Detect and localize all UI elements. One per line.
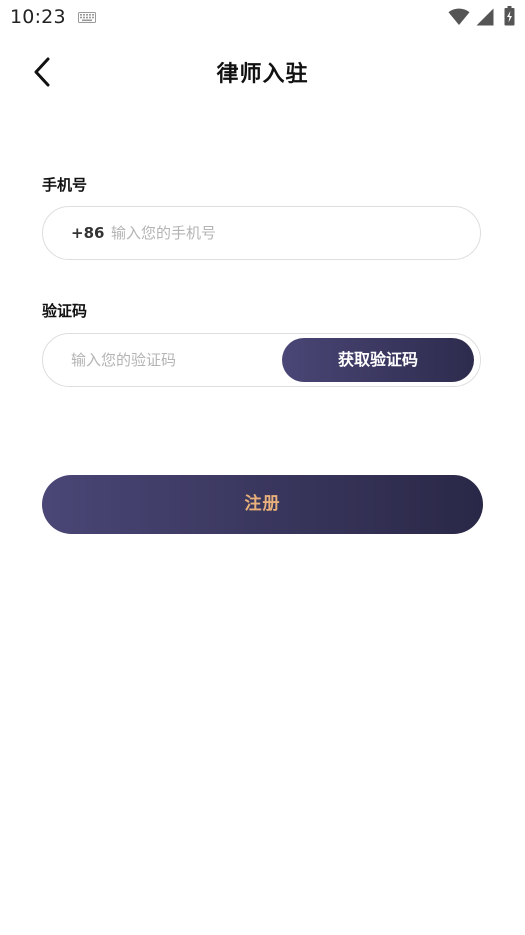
keyboard-icon <box>78 12 96 23</box>
code-field: 获取验证码 <box>42 333 481 387</box>
phone-input[interactable] <box>111 207 451 259</box>
page-title: 律师入驻 <box>216 62 309 87</box>
code-label: 验证码 <box>42 302 88 320</box>
code-input[interactable] <box>71 334 281 386</box>
status-time: 10:23 <box>10 6 66 28</box>
wifi-icon <box>448 8 470 25</box>
country-code[interactable]: +86 <box>71 207 104 259</box>
status-bar: 10:23 <box>0 0 525 36</box>
phone-label: 手机号 <box>42 176 88 194</box>
signal-icon <box>476 8 494 26</box>
battery-icon <box>504 6 515 26</box>
get-code-button[interactable]: 获取验证码 <box>282 338 474 382</box>
register-button[interactable]: 注册 <box>42 475 483 534</box>
phone-field: +86 <box>42 206 481 260</box>
